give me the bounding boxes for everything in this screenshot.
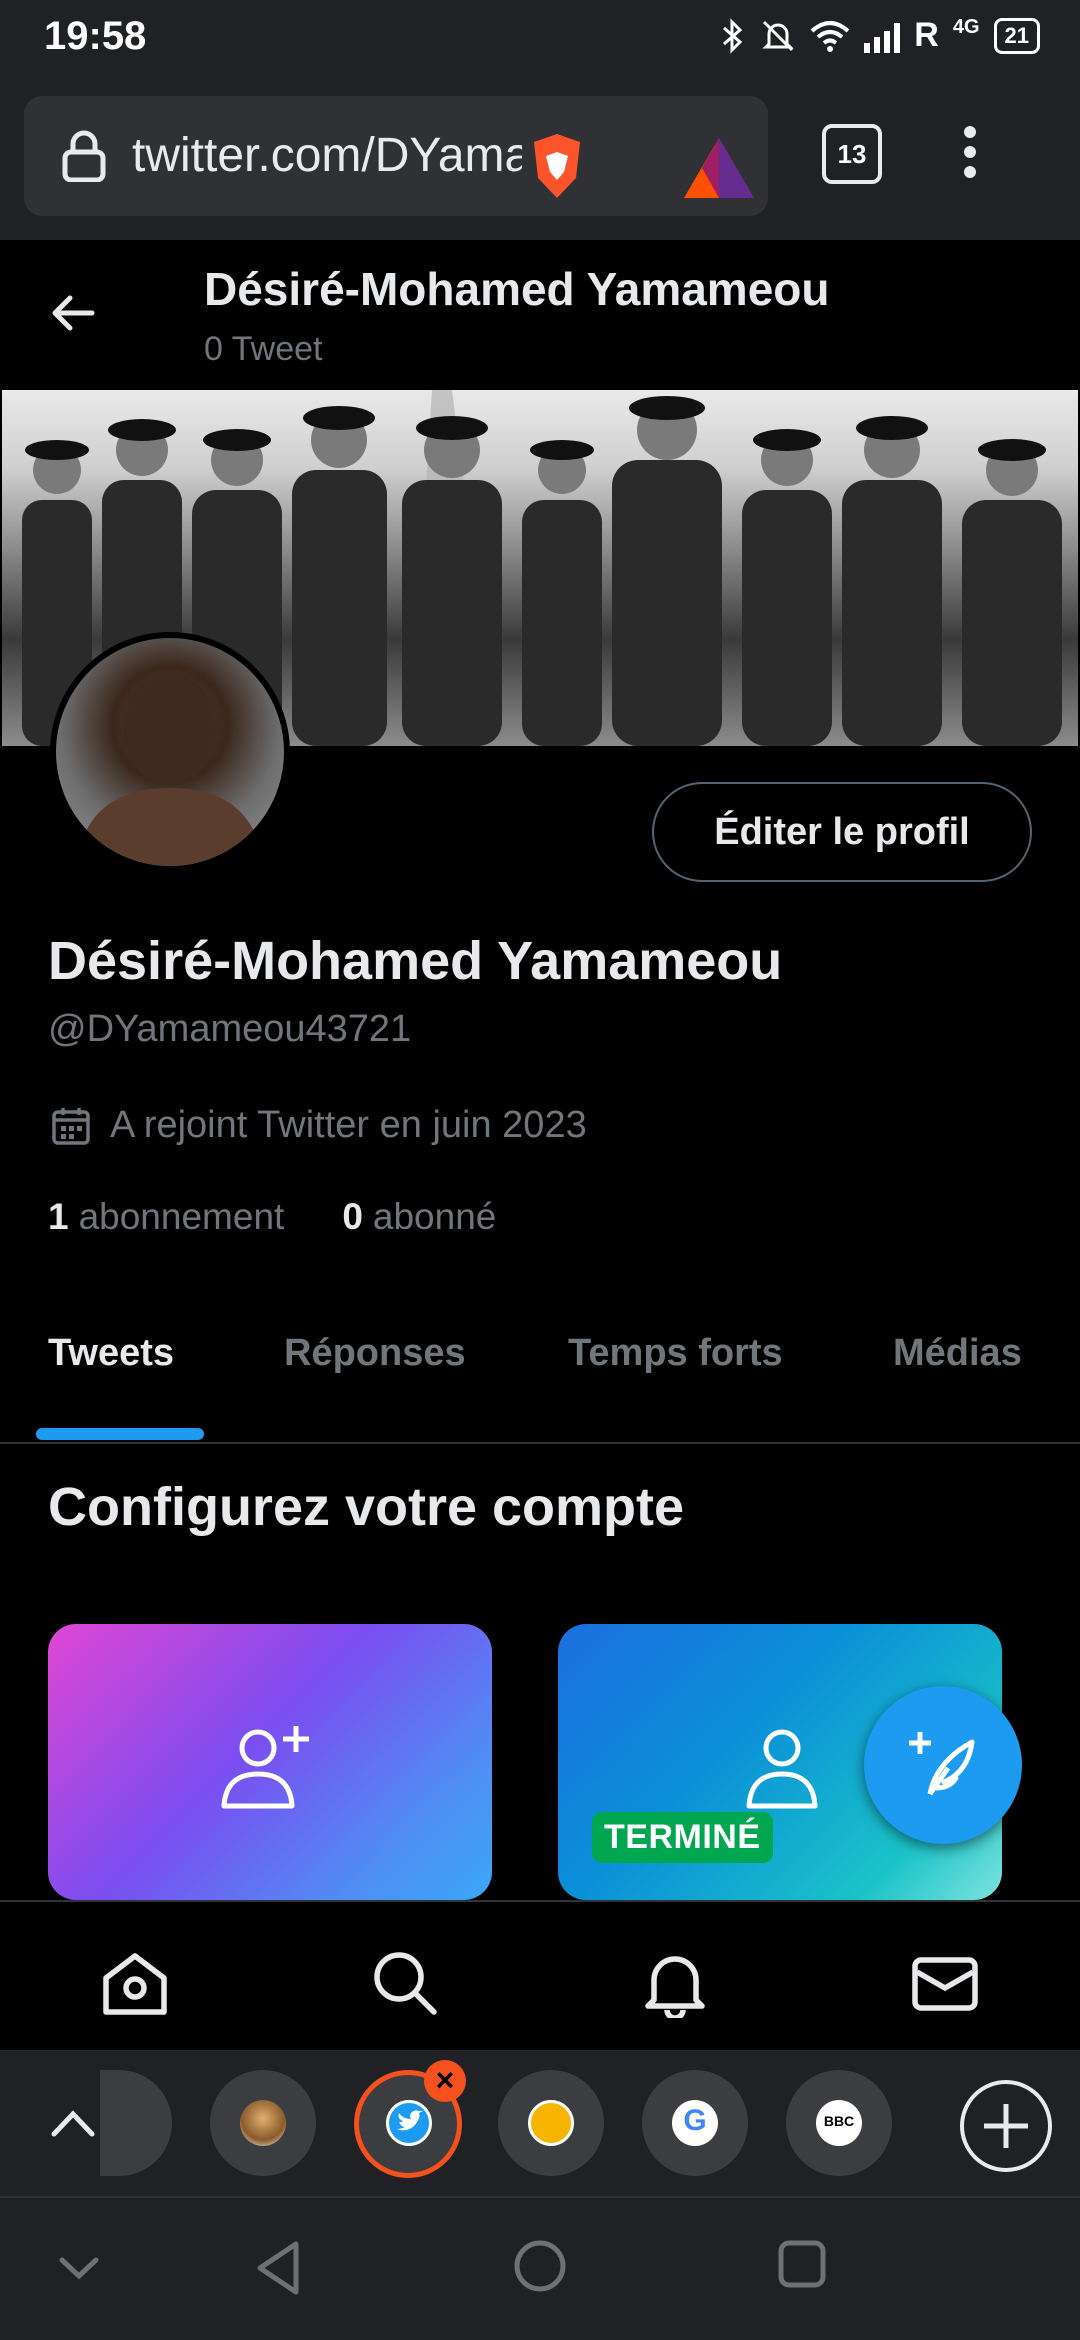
followers-count: 0 (342, 1196, 363, 1237)
active-tab-indicator (36, 1428, 204, 1440)
setup-card-follow[interactable] (48, 1624, 492, 1900)
status-time: 19:58 (44, 14, 147, 58)
add-user-icon (221, 1726, 309, 1809)
home-icon[interactable] (100, 1948, 170, 2018)
search-icon[interactable] (370, 1948, 440, 2018)
header-tweet-count: 0 Tweet (204, 330, 323, 368)
messages-icon[interactable] (910, 1948, 980, 2018)
tab-media[interactable]: Médias (893, 1332, 1022, 1375)
bbc-logo: BBC (823, 2113, 855, 2129)
chevron-down-icon[interactable] (56, 2252, 102, 2282)
followers-link[interactable]: 0 abonné (342, 1196, 496, 1238)
header-profile-name: Désiré-Mohamed Yamameou (204, 263, 830, 315)
profile-tabs: Tweets Réponses Temps forts Médias (0, 1290, 1080, 1444)
brave-rewards-icon[interactable] (682, 136, 756, 200)
network-type-label: 4G (952, 16, 980, 38)
tab-replies[interactable]: Réponses (284, 1332, 466, 1375)
chevron-up-icon[interactable] (48, 2102, 98, 2142)
recents-square-icon[interactable] (776, 2238, 828, 2290)
lock-icon (62, 130, 106, 182)
edit-profile-button[interactable]: Éditer le profil (652, 782, 1032, 882)
tab-highlights[interactable]: Temps forts (568, 1332, 783, 1375)
profile-avatar[interactable] (50, 632, 290, 872)
joined-date-text: A rejoint Twitter en juin 2023 (110, 1104, 587, 1146)
browser-toolbar: twitter.com/DYamameou43721 13 (0, 80, 1080, 240)
back-triangle-icon[interactable] (252, 2238, 304, 2298)
status-bar: 19:58 R 4G 21 (0, 0, 1080, 80)
emoji-tab-favicon[interactable] (498, 2070, 604, 2176)
browser-menu-icon[interactable] (950, 120, 990, 190)
add-tab-button[interactable] (960, 2080, 1052, 2172)
status-icons: R 4G 21 (720, 16, 1040, 55)
follow-stats: 1 abonnement 0 abonné (48, 1196, 496, 1238)
followers-label: abonné (372, 1196, 497, 1237)
bell-muted-icon (762, 20, 794, 51)
calendar-icon (52, 1107, 90, 1145)
setup-account-title: Configurez votre compte (48, 1477, 685, 1537)
close-tab-icon[interactable]: × (424, 2060, 466, 2102)
following-label: abonnement (78, 1196, 285, 1237)
twitter-bottom-nav (0, 1900, 1080, 2050)
profile-handle: @DYamameou43721 (48, 1008, 412, 1050)
signal-strength-icon (864, 19, 901, 53)
partial-tab-favicon[interactable] (100, 2070, 172, 2176)
back-arrow-icon[interactable] (50, 290, 96, 336)
tab-switcher-button[interactable]: 13 (822, 124, 882, 184)
profile-top-bar: Désiré-Mohamed Yamameou 0 Tweet (0, 240, 1080, 390)
compose-feather-icon (909, 1732, 975, 1796)
wifi-icon (810, 20, 850, 52)
notifications-icon[interactable] (640, 1948, 710, 2018)
address-bar[interactable]: twitter.com/DYamameou43721 (24, 96, 768, 216)
google-g-icon: G (683, 2104, 707, 2137)
battery-indicator: 21 (993, 17, 1040, 54)
google-tab-favicon[interactable]: G (642, 2070, 748, 2176)
compose-tweet-button[interactable] (864, 1686, 1022, 1844)
following-link[interactable]: 1 abonnement (48, 1196, 284, 1238)
network-label: R (914, 16, 939, 54)
home-circle-icon[interactable] (512, 2238, 568, 2294)
following-count: 1 (48, 1196, 69, 1237)
bluetooth-icon (723, 17, 743, 54)
bbc-tab-favicon[interactable]: BBC (786, 2070, 892, 2176)
tab-group-bar: × G BBC (0, 2050, 1080, 2196)
url-text[interactable]: twitter.com/DYamameou43721 (132, 128, 522, 183)
plus-icon (984, 2104, 1028, 2148)
system-navigation-bar (0, 2196, 1080, 2340)
user-icon (746, 1729, 818, 1809)
done-badge: TERMINÉ (592, 1812, 773, 1863)
person-tab-favicon[interactable] (210, 2070, 316, 2176)
joined-date-row: A rejoint Twitter en juin 2023 (50, 1104, 587, 1147)
brave-shields-icon[interactable] (528, 132, 586, 200)
profile-display-name: Désiré-Mohamed Yamameou (48, 931, 783, 991)
tab-tweets[interactable]: Tweets (48, 1332, 174, 1375)
